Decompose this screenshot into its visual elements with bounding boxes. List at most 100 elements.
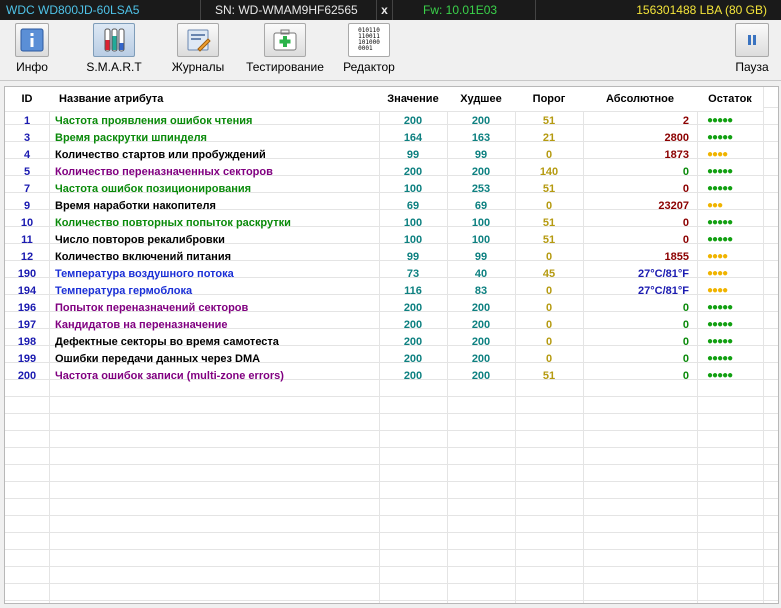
table-row[interactable]: 190 Температура воздушного потока 73 40 45 27… — [5, 265, 763, 282]
attr-raw: 27°C/81°F — [638, 284, 689, 297]
attr-id: 4 — [23, 148, 31, 161]
attr-name: Ошибки передачи данных через DMA — [55, 352, 261, 365]
attr-id: 190 — [17, 267, 37, 280]
attr-raw: 1855 — [664, 250, 689, 263]
table-row[interactable]: 199 Ошибки передачи данных через DMA 200 20… — [5, 350, 763, 367]
attr-name: Время раскрутки шпинделя — [55, 131, 207, 144]
attr-worst: 69 — [474, 199, 488, 212]
main-toolbar: Инфо S.M.A.R.T Журналы Тестирование 0101… — [0, 20, 781, 81]
table-row[interactable]: 196 Попыток переназначений секторов 200 200… — [5, 299, 763, 316]
attr-remaining: ●●●●● — [707, 182, 733, 194]
table-row[interactable]: 10 Количество повторных попыток раскрутки… — [5, 214, 763, 231]
smart-attributes-table: ID Название атрибута Значение Худшее Пор… — [4, 86, 779, 604]
attr-id: 7 — [23, 182, 31, 195]
attr-raw: 1873 — [664, 148, 689, 161]
table-row[interactable]: 1 Частота проявления ошибок чтения 200 200 5… — [5, 112, 763, 130]
binary-editor-icon: 010110 110011 101000 0001 — [348, 23, 390, 57]
attr-threshold: 0 — [545, 250, 553, 263]
attr-value: 69 — [406, 199, 420, 212]
table-row[interactable]: 9 Время наработки накопителя 69 69 0 23207 ●●● — [5, 197, 763, 214]
attr-name: Кандидатов на переназначение — [55, 318, 228, 331]
attr-id: 196 — [17, 301, 37, 314]
attr-raw: 2800 — [664, 131, 689, 144]
editor-button[interactable]: 010110 110011 101000 0001 Редактор — [340, 23, 398, 74]
attr-threshold: 51 — [542, 369, 556, 382]
attr-remaining: ●●●●● — [707, 318, 733, 330]
pause-button[interactable]: Пауза — [732, 23, 772, 74]
attr-id: 11 — [21, 233, 33, 246]
attr-id: 194 — [17, 284, 37, 297]
attr-worst: 253 — [471, 182, 491, 195]
drive-capacity: 156301488 LBA (80 GB) — [636, 3, 767, 17]
attr-remaining: ●●●●● — [707, 335, 733, 347]
table-row[interactable]: 11 Число повторов рекалибровки 100 100 51 0 ●●… — [5, 231, 763, 248]
attr-worst: 200 — [471, 165, 491, 178]
attr-value: 100 — [403, 233, 423, 246]
attr-id: 1 — [23, 114, 31, 127]
table-row[interactable]: 12 Количество включений питания 99 99 0 1855 ●… — [5, 248, 763, 265]
attr-worst: 200 — [471, 301, 491, 314]
info-button[interactable]: Инфо — [10, 23, 54, 74]
attr-value: 200 — [403, 301, 423, 314]
attr-threshold: 51 — [542, 233, 556, 246]
attr-worst: 99 — [474, 250, 488, 263]
attr-name: Количество переназначенных секторов — [55, 165, 273, 178]
table-row[interactable]: 198 Дефектные секторы во время самотеста 2… — [5, 333, 763, 350]
testing-button[interactable]: Тестирование — [244, 23, 326, 74]
attr-name: Попыток переназначений секторов — [55, 301, 249, 314]
attr-raw: 0 — [682, 182, 689, 195]
column-header-raw[interactable]: Абсолютное — [583, 87, 697, 112]
attr-remaining: ●●●●● — [707, 233, 733, 245]
info-label: Инфо — [16, 60, 48, 74]
attr-value: 200 — [403, 114, 423, 127]
table-row[interactable]: 200 Частота ошибок записи (multi-zone err… — [5, 367, 763, 384]
table-row[interactable]: 7 Частота ошибок позиционирования 100 253 51… — [5, 180, 763, 197]
column-header-remaining[interactable]: Остаток — [697, 87, 763, 112]
attr-remaining: ●●●●● — [707, 216, 733, 228]
attr-threshold: 0 — [545, 199, 553, 212]
attr-worst: 100 — [471, 216, 491, 229]
attr-worst: 163 — [471, 131, 491, 144]
attr-threshold: 0 — [545, 318, 553, 331]
column-header-worst[interactable]: Худшее — [447, 87, 515, 112]
attr-raw: 0 — [682, 318, 689, 331]
attr-value: 100 — [403, 216, 423, 229]
attr-threshold: 21 — [542, 131, 556, 144]
attr-remaining: ●●●●● — [707, 301, 733, 313]
attr-id: 198 — [17, 335, 37, 348]
smart-label: S.M.A.R.T — [86, 60, 142, 74]
attr-worst: 200 — [471, 318, 491, 331]
table-row[interactable]: 5 Количество переназначенных секторов 200 2… — [5, 163, 763, 180]
column-header-id[interactable]: ID — [5, 87, 49, 112]
attr-raw: 27°C/81°F — [638, 267, 689, 280]
column-header-threshold[interactable]: Порог — [515, 87, 583, 112]
attr-raw: 2 — [682, 114, 689, 127]
attr-value: 99 — [406, 250, 420, 263]
column-header-value[interactable]: Значение — [379, 87, 447, 112]
attr-value: 200 — [403, 165, 423, 178]
attr-value: 73 — [406, 267, 420, 280]
table-row[interactable]: 197 Кандидатов на переназначение 200 200 0 0 ●… — [5, 316, 763, 333]
attr-value: 164 — [403, 131, 423, 144]
attr-raw: 0 — [682, 301, 689, 314]
attr-worst: 99 — [474, 148, 488, 161]
attr-name: Время наработки накопителя — [55, 199, 216, 212]
table-row[interactable]: 194 Температура гермоблока 116 83 0 27°C/81°F… — [5, 282, 763, 299]
journals-label: Журналы — [171, 60, 225, 74]
attr-threshold: 140 — [539, 165, 559, 178]
smart-button[interactable]: S.M.A.R.T — [84, 23, 144, 74]
attr-id: 5 — [23, 165, 31, 178]
table-row[interactable]: 4 Количество стартов или пробуждений 99 99 0… — [5, 146, 763, 163]
close-drive-button[interactable]: x — [377, 0, 393, 20]
attr-threshold: 45 — [542, 267, 556, 280]
attr-remaining: ●●● — [707, 199, 723, 211]
table-header-row: ID Название атрибута Значение Худшее Пор… — [5, 87, 763, 112]
column-header-name[interactable]: Название атрибута — [49, 87, 379, 112]
drive-status-bar: WDC WD800JD-60LSA5 SN: WD-WMAM9HF62565 x… — [0, 0, 781, 20]
attr-raw: 23207 — [658, 199, 689, 212]
journals-button[interactable]: Журналы — [168, 23, 228, 74]
attr-raw: 0 — [682, 165, 689, 178]
table-row[interactable]: 3 Время раскрутки шпинделя 164 163 21 2800 ●●●… — [5, 129, 763, 146]
test-tubes-icon — [93, 23, 135, 57]
attr-raw: 0 — [682, 352, 689, 365]
